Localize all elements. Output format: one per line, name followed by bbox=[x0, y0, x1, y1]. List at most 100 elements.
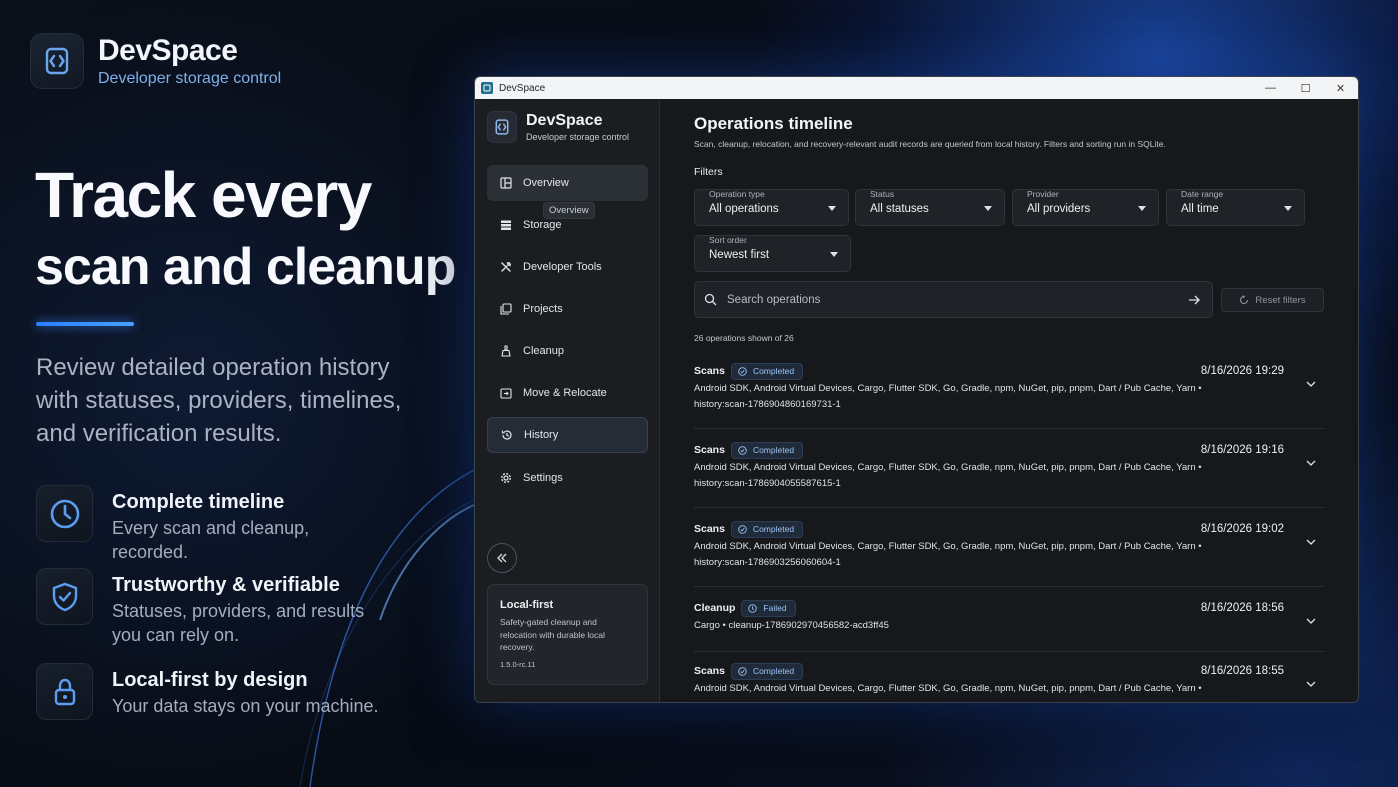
operation-providers: Android SDK, Android Virtual Devices, Ca… bbox=[694, 383, 1202, 394]
sidebar-item-move-relocate[interactable]: Move & Relocate bbox=[487, 375, 648, 411]
projects-icon bbox=[499, 302, 513, 316]
feature-desc: Your data stays on your machine. bbox=[112, 696, 379, 716]
sidebar-item-settings[interactable]: Settings bbox=[487, 460, 648, 496]
select-caption: Operation type bbox=[709, 189, 765, 199]
sidebar-item-label: Settings bbox=[523, 472, 563, 484]
operation-row[interactable]: Scans Completed 8/16/2026 19:16 Android … bbox=[694, 440, 1324, 508]
chevron-down-icon[interactable] bbox=[1306, 460, 1316, 467]
status-label: Completed bbox=[752, 445, 795, 455]
select-value: All providers bbox=[1027, 203, 1091, 215]
operation-row[interactable]: Scans Completed 8/16/2026 19:02 Android … bbox=[694, 519, 1324, 587]
local-first-desc: Safety-gated cleanup and relocation with… bbox=[500, 617, 605, 652]
minimize-button[interactable]: — bbox=[1253, 77, 1288, 99]
filters-label: Filters bbox=[694, 166, 723, 178]
status-badge: Completed bbox=[730, 520, 804, 538]
maximize-button[interactable]: ☐ bbox=[1288, 77, 1323, 99]
operation-providers: Android SDK, Android Virtual Devices, Ca… bbox=[694, 541, 1202, 552]
chevron-down-icon[interactable] bbox=[1306, 681, 1316, 688]
operation-row[interactable]: Cleanup Failed 8/16/2026 18:56 Cargo • c… bbox=[694, 598, 1324, 652]
sidebar-item-label: Cleanup bbox=[523, 345, 564, 357]
page-title: Operations timeline bbox=[694, 114, 853, 133]
failed-circle-icon bbox=[748, 603, 758, 613]
select-value: All operations bbox=[709, 203, 779, 215]
select-caption: Status bbox=[870, 189, 895, 199]
sidebar-item-cleanup[interactable]: Cleanup bbox=[487, 333, 648, 369]
status-badge: Failed bbox=[741, 599, 796, 617]
status-badge: Completed bbox=[730, 441, 804, 459]
chevron-down-icon[interactable] bbox=[1306, 381, 1316, 388]
provider-select[interactable]: Provider All providers bbox=[1012, 189, 1159, 226]
sidebar-item-history[interactable]: History bbox=[487, 417, 648, 453]
date-range-select[interactable]: Date range All time bbox=[1166, 189, 1305, 226]
operation-type-select[interactable]: Operation type All operations bbox=[694, 189, 849, 226]
operation-row[interactable]: Scans Completed 8/16/2026 18:55 Android … bbox=[694, 661, 1324, 702]
sidebar-item-overview[interactable]: Overview bbox=[487, 165, 648, 201]
brand-header: DevSpace Developer storage control bbox=[30, 33, 281, 89]
shield-check-icon bbox=[36, 568, 93, 625]
status-label: Completed bbox=[752, 366, 795, 376]
operation-id: history:scan-1786904055587615-1 bbox=[694, 478, 841, 489]
chevron-down-icon[interactable] bbox=[1306, 539, 1316, 546]
sidebar-item-developer-tools[interactable]: Developer Tools bbox=[487, 249, 648, 285]
feature-trustworthy: Trustworthy & verifiable Statuses, provi… bbox=[36, 568, 382, 647]
app-icon bbox=[481, 82, 493, 94]
sidebar: DevSpace Developer storage control Overv… bbox=[475, 99, 660, 702]
status-badge: Completed bbox=[730, 362, 804, 380]
status-badge: Completed bbox=[730, 662, 804, 680]
hero-line-2: scan and cleanup bbox=[35, 238, 456, 296]
operation-providers: Cargo • cleanup-1786902970456582-acd3ff4… bbox=[694, 620, 889, 631]
sidebar-brand: DevSpace Developer storage control bbox=[487, 111, 629, 143]
feature-desc: Statuses, providers, and results you can… bbox=[112, 601, 365, 645]
arrow-right-icon bbox=[1188, 295, 1200, 304]
search-input[interactable] bbox=[727, 293, 1184, 306]
status-select[interactable]: Status All statuses bbox=[855, 189, 1005, 226]
feature-desc: Every scan and cleanup, recorded. bbox=[112, 518, 310, 562]
local-first-card: Local-first Safety-gated cleanup and rel… bbox=[487, 584, 648, 685]
operation-id: history:scan-1786904860169731-1 bbox=[694, 399, 841, 410]
devspace-logo-icon bbox=[30, 33, 84, 89]
brand-subtitle: Developer storage control bbox=[98, 70, 282, 87]
select-value: Newest first bbox=[709, 249, 770, 261]
select-value: All statuses bbox=[870, 203, 929, 215]
app-window: DevSpace — ☐ ✕ DevSpace Developer storag… bbox=[474, 76, 1359, 703]
caret-down-icon bbox=[830, 252, 838, 257]
caret-down-icon bbox=[1284, 206, 1292, 211]
check-circle-icon bbox=[738, 445, 747, 455]
sidebar-item-projects[interactable]: Projects bbox=[487, 291, 648, 327]
caret-down-icon bbox=[828, 206, 836, 211]
operation-date: 8/16/2026 18:55 bbox=[1200, 665, 1284, 677]
devspace-logo-icon bbox=[487, 111, 517, 143]
reset-icon bbox=[1239, 295, 1249, 305]
sidebar-item-storage[interactable]: Storage bbox=[487, 207, 648, 243]
status-label: Failed bbox=[763, 603, 787, 613]
sidebar-app-name: DevSpace bbox=[526, 112, 603, 129]
operation-providers: Android SDK, Android Virtual Devices, Ca… bbox=[694, 683, 1202, 694]
reset-filters-button[interactable]: Reset filters bbox=[1221, 288, 1324, 312]
sidebar-item-label: Overview bbox=[523, 177, 569, 189]
submit-search-button[interactable] bbox=[1184, 294, 1204, 306]
caret-down-icon bbox=[984, 206, 992, 211]
chevron-down-icon[interactable] bbox=[1306, 618, 1316, 625]
feature-local-first: Local-first by design Your data stays on… bbox=[36, 663, 382, 720]
window-title: DevSpace bbox=[499, 82, 546, 94]
sidebar-item-label: Move & Relocate bbox=[523, 387, 607, 399]
sidebar-item-label: Developer Tools bbox=[523, 261, 602, 273]
gear-icon bbox=[499, 471, 513, 485]
close-button[interactable]: ✕ bbox=[1323, 77, 1358, 99]
tools-icon bbox=[499, 260, 513, 274]
operation-providers: Android SDK, Android Virtual Devices, Ca… bbox=[694, 462, 1202, 473]
feature-complete-timeline: Complete timeline Every scan and cleanup… bbox=[36, 485, 382, 564]
hero-headline: Track every scan and cleanup bbox=[35, 158, 456, 302]
sidebar-app-subtitle: Developer storage control bbox=[526, 132, 630, 142]
cleanup-icon bbox=[499, 344, 513, 358]
page-description: Scan, cleanup, relocation, and recovery-… bbox=[694, 139, 1166, 149]
operation-row[interactable]: Scans Completed 8/16/2026 19:29 Android … bbox=[694, 361, 1324, 429]
window-titlebar[interactable]: DevSpace — ☐ ✕ bbox=[475, 77, 1358, 99]
sort-order-select[interactable]: Sort order Newest first bbox=[694, 235, 851, 272]
select-value: All time bbox=[1181, 203, 1219, 215]
brand-name: DevSpace bbox=[98, 34, 238, 67]
operation-date: 8/16/2026 18:56 bbox=[1200, 602, 1284, 614]
collapse-sidebar-button[interactable] bbox=[487, 543, 517, 573]
check-circle-icon bbox=[738, 524, 747, 534]
search-icon bbox=[703, 293, 717, 307]
